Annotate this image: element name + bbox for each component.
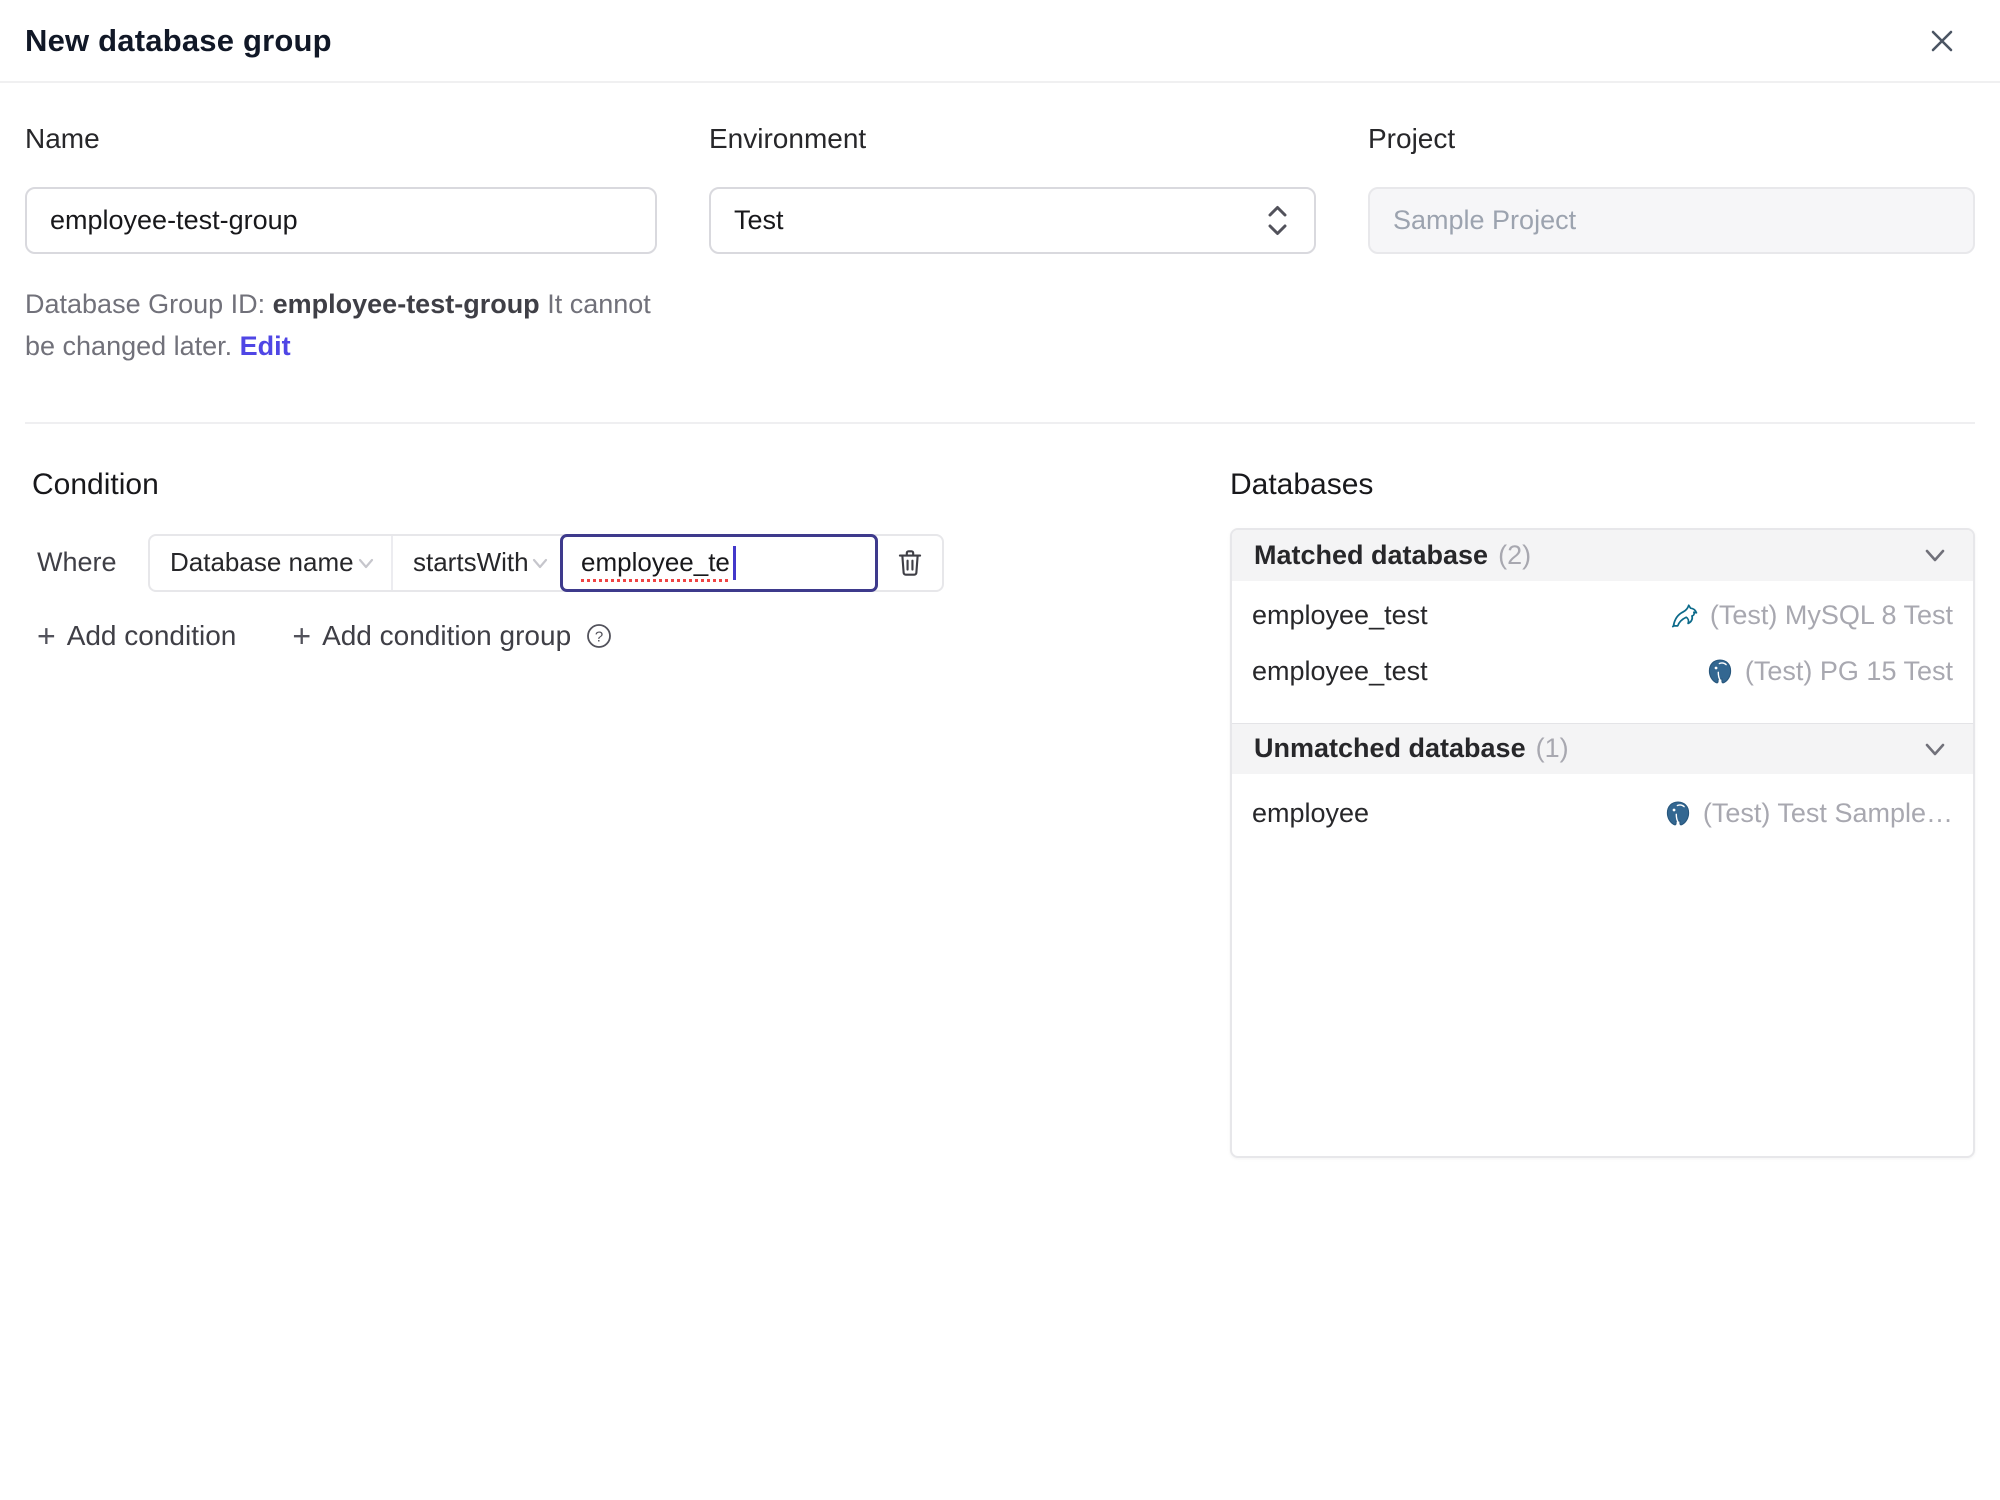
matched-database-count: (2): [1498, 539, 1532, 570]
project-label: Project: [1368, 123, 1456, 154]
environment-selected-value: Test: [734, 205, 784, 235]
condition-operator-value: startsWith: [413, 547, 529, 578]
unmatched-database-header[interactable]: Unmatched database (1): [1232, 722, 1973, 774]
condition-group: Database name startsWith employee_te: [148, 533, 944, 592]
database-row: employee (Test) Test Sample…: [1232, 786, 1973, 842]
chevron-down-icon: [1919, 733, 1951, 765]
svg-text:?: ?: [595, 628, 603, 645]
text-cursor: [732, 545, 736, 580]
condition-factor-value: Database name: [170, 547, 354, 578]
database-instance-label: (Test) Test Sample…: [1702, 798, 1953, 829]
plus-icon: +: [292, 617, 312, 654]
matched-database-label: Matched database: [1254, 539, 1489, 570]
project-field-group: Project Sample Project: [1368, 123, 1975, 368]
page-title: New database group: [25, 22, 332, 58]
unmatched-database-label: Unmatched database: [1254, 733, 1526, 764]
add-condition-group-label: Add condition group: [322, 619, 572, 651]
name-field-group: Name Database Group ID: employee-test-gr…: [25, 123, 657, 368]
postgresql-icon: [1663, 799, 1693, 829]
project-selected-value: Sample Project: [1393, 205, 1577, 235]
form-grid: Name Database Group ID: employee-test-gr…: [25, 83, 1975, 368]
chevron-down-icon: [529, 552, 551, 574]
environment-select[interactable]: Test: [709, 187, 1316, 254]
databases-heading: Databases: [1230, 467, 1374, 501]
plus-icon: +: [37, 617, 56, 654]
database-instance: (Test) PG 15 Test: [1705, 656, 1953, 687]
databases-panel: Matched database (2) employee_test (Test…: [1230, 527, 1975, 1158]
database-row: employee_test (Test) PG 15 Test: [1232, 644, 1973, 700]
group-id-note: Database Group ID: employee-test-group I…: [25, 284, 657, 368]
trash-icon: [893, 546, 927, 580]
group-id-prefix: Database Group ID:: [25, 289, 273, 319]
database-instance-label: (Test) MySQL 8 Test: [1709, 600, 1953, 631]
database-instance: (Test) Test Sample…: [1663, 798, 1953, 829]
dialog-header: New database group: [0, 0, 2000, 83]
database-instance-label: (Test) PG 15 Test: [1744, 656, 1953, 687]
condition-heading: Condition: [32, 467, 159, 501]
chevron-down-icon: [1919, 539, 1951, 571]
postgresql-icon: [1705, 657, 1735, 687]
database-name: employee_test: [1252, 656, 1428, 687]
group-id-value: employee-test-group: [272, 289, 540, 319]
mysql-icon: [1670, 601, 1700, 631]
name-label: Name: [25, 123, 100, 154]
condition-row: Where Database name startsWith employee_…: [25, 533, 1230, 592]
condition-actions: + Add condition + Add condition group ?: [37, 620, 1230, 652]
condition-factor-select[interactable]: Database name: [150, 535, 393, 590]
close-icon: [1924, 23, 1960, 59]
where-label: Where: [37, 547, 117, 578]
condition-value-input[interactable]: employee_te: [560, 533, 878, 592]
edit-group-id-link[interactable]: Edit: [240, 331, 291, 361]
database-name: employee_test: [1252, 600, 1428, 631]
select-updown-icon: [1264, 200, 1291, 241]
section-divider: [25, 421, 1975, 424]
condition-section: Condition Where Database name startsWith: [25, 468, 1230, 1158]
help-icon[interactable]: ?: [584, 621, 614, 651]
environment-field-group: Environment Test: [709, 123, 1316, 368]
databases-section: Databases Matched database (2) employee_…: [1230, 468, 1975, 1158]
chevron-down-icon: [355, 552, 377, 574]
add-condition-button[interactable]: + Add condition: [37, 620, 236, 652]
matched-database-header[interactable]: Matched database (2): [1232, 529, 1973, 581]
panel-empty-space: [1232, 842, 1973, 1156]
condition-value-text: employee_te: [581, 547, 730, 578]
condition-operator-select[interactable]: startsWith: [393, 536, 561, 590]
database-name: employee: [1252, 798, 1370, 829]
environment-label: Environment: [709, 123, 867, 154]
database-row: employee_test (Test) MySQL 8 Test: [1232, 588, 1973, 644]
matched-database-rows: employee_test (Test) MySQL 8 Test employ…: [1232, 581, 1973, 723]
name-input[interactable]: [25, 187, 657, 254]
close-button[interactable]: [1920, 19, 1964, 63]
add-condition-label: Add condition: [66, 619, 237, 651]
database-instance: (Test) MySQL 8 Test: [1670, 600, 1953, 631]
add-condition-group-button[interactable]: + Add condition group ?: [292, 620, 614, 652]
unmatched-database-rows: employee (Test) Test Sample…: [1232, 774, 1973, 842]
delete-condition-button[interactable]: [878, 536, 942, 590]
project-select-disabled: Sample Project: [1368, 187, 1975, 254]
unmatched-database-count: (1): [1535, 733, 1569, 764]
